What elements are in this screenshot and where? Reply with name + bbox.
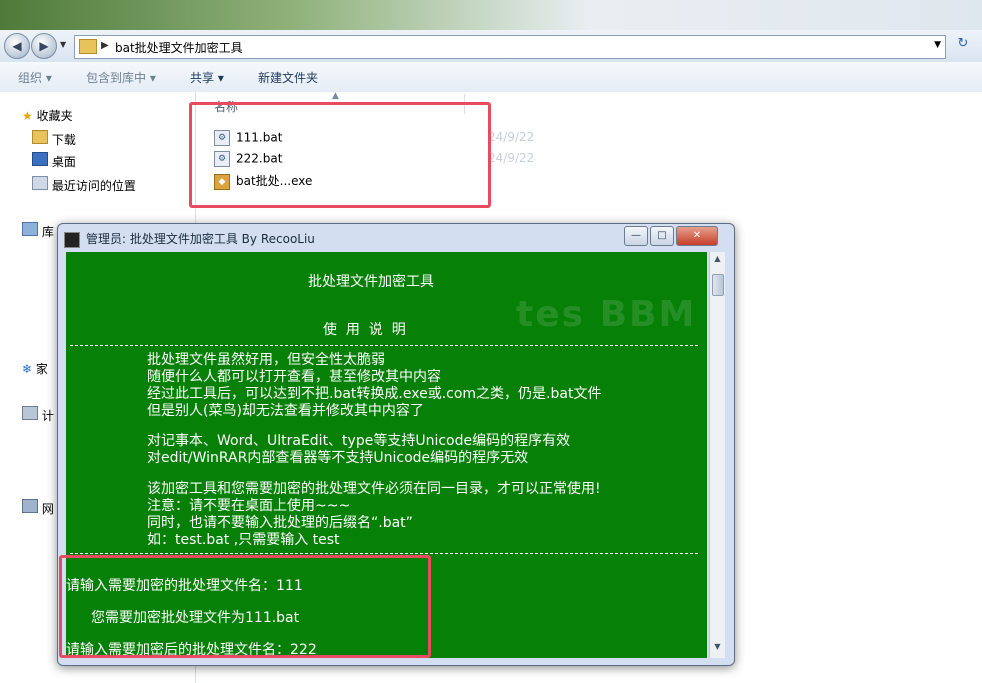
vertical-scrollbar[interactable]: ▲ ▼	[709, 252, 725, 658]
refresh-button[interactable]: ↻	[950, 36, 976, 56]
console-line: 经过此工具后，可以达到不把.bat转换成.exe或.com之类，仍是.bat文件	[147, 386, 602, 402]
recent-places-icon	[32, 176, 48, 190]
nav-favorites[interactable]: ★ 收藏夹	[22, 107, 73, 124]
libraries-icon	[22, 222, 38, 236]
minimize-button[interactable]: —	[624, 226, 648, 246]
usage-title: 使 用 说 明	[323, 322, 406, 338]
console-app-icon	[64, 231, 80, 248]
console-title-bar[interactable]: 管理员: 批处理文件加密工具 By RecooLiu	[64, 230, 315, 248]
console-line: 对记事本、Word、UltraEdit、type等支持Unicode编码的程序有…	[147, 433, 571, 449]
file-date: 24/9/22	[488, 130, 535, 144]
back-button[interactable]: ◀	[4, 33, 30, 59]
nav-network-label: 网	[41, 502, 54, 516]
folder-icon	[79, 39, 97, 54]
nav-libraries-label: 库	[41, 225, 54, 239]
homegroup-icon: ❄	[22, 362, 33, 376]
organize-menu[interactable]: 组织 ▾	[18, 69, 52, 86]
console-title: 管理员: 批处理文件加密工具 By RecooLiu	[86, 232, 315, 246]
watermark-logo: tes BBM	[516, 294, 697, 335]
close-button[interactable]: ✕	[676, 226, 718, 246]
desktop-icon	[32, 152, 48, 166]
maximize-button[interactable]: □	[650, 226, 674, 246]
console-line: 对edit/WinRAR内部查看器等不支持Unicode编码的程序无效	[147, 450, 529, 466]
close-icon: ✕	[692, 230, 702, 241]
nav-libraries[interactable]: 库	[22, 222, 54, 240]
console-line: 批处理文件虽然好用，但安全性太脆弱	[147, 352, 385, 368]
share-menu[interactable]: 共享 ▾	[190, 69, 224, 86]
maximize-icon: □	[657, 230, 667, 241]
nav-homegroup[interactable]: ❄ 家	[22, 360, 48, 377]
star-icon: ★	[22, 109, 33, 123]
scroll-down-icon[interactable]: ▼	[711, 642, 724, 656]
minimize-icon: —	[631, 230, 641, 241]
refresh-icon: ↻	[957, 36, 969, 51]
divider-line	[70, 345, 698, 346]
nav-desktop-label: 桌面	[51, 155, 76, 169]
new-folder-button[interactable]: 新建文件夹	[258, 69, 318, 86]
console-line: 该加密工具和您需要加密的批处理文件必须在同一目录，才可以正常使用!	[147, 481, 601, 497]
computer-icon	[22, 406, 38, 420]
console-line: 注意：请不要在桌面上使用~~~	[147, 498, 351, 514]
include-library-label: 包含到库中	[86, 71, 147, 85]
back-arrow-icon: ◀	[12, 39, 22, 53]
nav-network[interactable]: 网	[22, 499, 54, 517]
highlight-box-input	[59, 555, 431, 658]
divider-line	[70, 553, 698, 554]
include-in-library-menu[interactable]: 包含到库中 ▾	[86, 69, 156, 86]
address-path: bat批处理文件加密工具	[115, 41, 243, 55]
forward-button[interactable]: ▶	[31, 33, 57, 59]
highlight-box-files	[189, 102, 491, 208]
file-date: 24/9/22	[488, 151, 535, 165]
nav-downloads-label: 下载	[51, 133, 76, 147]
address-dropdown-icon[interactable]: ▼	[934, 40, 941, 50]
nav-computer-label: 计	[41, 409, 54, 423]
console-line: 同时，也请不要输入批处理的后缀名“.bat”	[147, 515, 413, 531]
nav-computer[interactable]: 计	[22, 406, 54, 424]
breadcrumb-chevron-icon[interactable]: ▶	[101, 40, 109, 51]
nav-recent-label: 最近访问的位置	[51, 179, 136, 193]
network-icon	[22, 499, 38, 513]
share-label: 共享	[190, 71, 215, 85]
nav-desktop[interactable]: 桌面	[32, 152, 76, 170]
forward-arrow-icon: ▶	[39, 39, 49, 53]
command-toolbar: 组织 ▾ 包含到库中 ▾ 共享 ▾ 新建文件夹	[0, 62, 982, 93]
scroll-thumb[interactable]	[712, 274, 724, 296]
nav-homegroup-label: 家	[35, 362, 48, 376]
history-dropdown-icon[interactable]: ▼	[60, 40, 66, 49]
nav-favorites-label: 收藏夹	[36, 109, 73, 123]
console-line: 随便什么人都可以打开查看，甚至修改其中内容	[147, 369, 441, 385]
scroll-up-icon[interactable]: ▲	[711, 254, 724, 268]
address-field[interactable]: ▶ bat批处理文件加密工具 ▼	[74, 35, 946, 59]
address-bar-row: ◀ ▶ ▼ ▶ bat批处理文件加密工具 ▼ ↻	[0, 30, 982, 63]
window-title-strip	[0, 0, 982, 30]
sort-arrow-icon: ▲	[332, 91, 339, 101]
nav-downloads[interactable]: 下载	[32, 130, 76, 148]
new-folder-label: 新建文件夹	[258, 71, 319, 85]
console-header: 批处理文件加密工具	[308, 274, 434, 290]
organize-label: 组织	[18, 71, 43, 85]
downloads-folder-icon	[32, 130, 48, 144]
console-line: 但是别人(菜鸟)却无法查看并修改其中内容了	[147, 403, 424, 419]
console-line: 如：test.bat ,只需要输入 test	[147, 532, 340, 548]
nav-recent[interactable]: 最近访问的位置	[32, 176, 136, 194]
